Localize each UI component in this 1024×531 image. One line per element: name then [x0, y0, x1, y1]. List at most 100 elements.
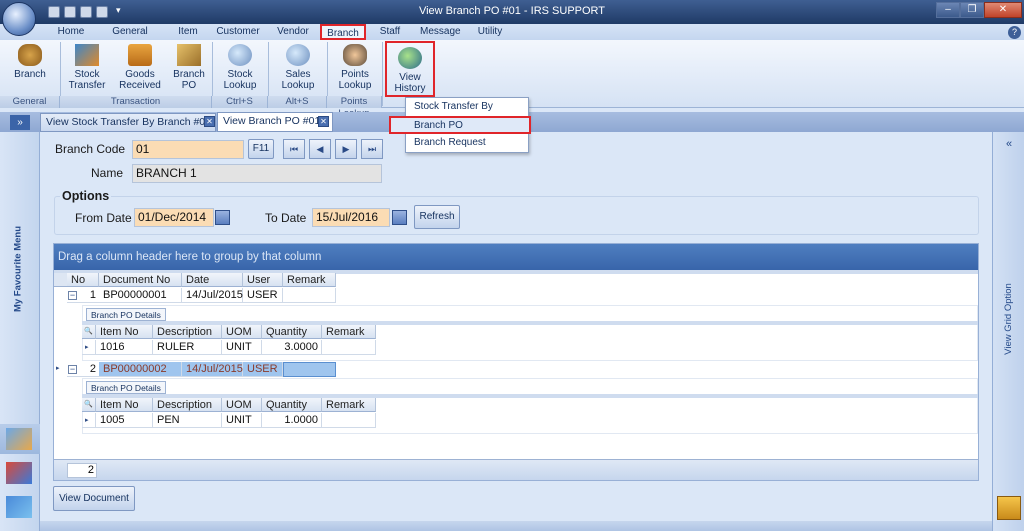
tab-general-setup[interactable]: General Setup [99, 24, 161, 53]
tab-view-branch-po[interactable]: View Branch PO #01 [217, 112, 333, 132]
close-tab-icon[interactable]: ✕ [204, 116, 215, 127]
table-row[interactable]: − 1 BP00000001 14/Jul/2015 USER [54, 288, 354, 304]
f11-button[interactable]: F11 [248, 139, 274, 159]
tab-home[interactable]: Home [56, 24, 86, 40]
detail-header-quantity[interactable]: Quantity [262, 398, 322, 412]
clock-icon [398, 47, 422, 69]
detail-header-remark[interactable]: Remark [322, 398, 376, 412]
row-pointer-icon: ▸ [82, 340, 96, 355]
table-row-selected[interactable]: ▸ − 2 BP00000002 14/Jul/2015 USER [54, 362, 354, 378]
detail-header-quantity[interactable]: Quantity [262, 325, 322, 339]
tools-quick-icon[interactable] [96, 6, 108, 18]
grid-option-panel: « View Grid Option [992, 132, 1024, 531]
next-record-icon[interactable]: ▶ [335, 139, 357, 159]
calendar-icon[interactable] [392, 210, 407, 225]
menu-bar: Home General Setup Item Customer Vendor … [0, 24, 1024, 53]
row-pointer-icon: ▸ [56, 365, 60, 372]
branch-button[interactable]: Branch [4, 40, 56, 96]
view-document-button[interactable]: View Document [53, 486, 135, 511]
group-by-panel[interactable]: Drag a column header here to group by th… [54, 244, 978, 270]
quick-access-dropdown-icon[interactable]: ▾ [116, 5, 121, 16]
sales-lookup-button[interactable]: Sales Lookup [270, 40, 326, 96]
name-label: Name [91, 166, 124, 180]
expand-panel-icon[interactable]: « [999, 138, 1019, 152]
status-bar [40, 521, 992, 531]
tab-customer[interactable]: Customer [216, 24, 260, 40]
help-icon[interactable]: ? [1008, 26, 1021, 39]
detail-header-remark[interactable]: Remark [322, 325, 376, 339]
collapse-menu-icon[interactable]: » [10, 115, 30, 130]
column-header-remark[interactable]: Remark [283, 273, 336, 287]
branch-po-button[interactable]: Branch PO [168, 40, 210, 96]
branch-po-details-tab[interactable]: Branch PO Details [86, 381, 166, 394]
app-orb-icon[interactable] [2, 2, 36, 36]
goods-received-button[interactable]: Goods Received [114, 40, 166, 96]
column-header-user[interactable]: User [243, 273, 283, 287]
language-icon[interactable] [6, 496, 32, 518]
from-date-field[interactable]: 01/Dec/2014 [134, 208, 214, 227]
lock-quick-icon[interactable] [80, 6, 92, 18]
detail-row[interactable]: ▸ 1005 PEN UNIT 1.0000 [82, 413, 378, 429]
detail-header-description[interactable]: Description [153, 325, 222, 339]
refresh-button[interactable]: Refresh [414, 205, 460, 229]
menu-item-stock-transfer-by-branch[interactable]: Stock Transfer By Branch [408, 99, 526, 128]
group-general: General [0, 96, 60, 108]
tab-staff[interactable]: Staff [378, 24, 402, 40]
detail-search-icon[interactable]: 🔍 [82, 398, 96, 412]
tab-message[interactable]: Message [420, 24, 461, 40]
print-quick-icon[interactable] [64, 6, 76, 18]
favourite-menu-label[interactable]: My Favourite Menu [13, 212, 27, 327]
detail-header-item-no[interactable]: Item No [96, 325, 153, 339]
to-date-field[interactable]: 15/Jul/2016 [312, 208, 390, 227]
stock-transfer-icon [75, 44, 99, 66]
points-lookup-button[interactable]: Points Lookup [330, 40, 380, 96]
column-header-date[interactable]: Date [182, 273, 243, 287]
close-tab-icon[interactable]: ✕ [318, 116, 329, 127]
maximize-button[interactable]: ❐ [960, 2, 984, 18]
favourites-icon[interactable] [6, 428, 32, 450]
close-button[interactable]: ✕ [984, 2, 1022, 18]
menu-item-branch-request[interactable]: Branch Request [408, 135, 526, 151]
branch-po-details-tab[interactable]: Branch PO Details [86, 308, 166, 321]
detail-search-icon[interactable]: 🔍 [82, 325, 96, 339]
favourite-menu-panel: My Favourite Menu [0, 132, 40, 531]
calendar-icon[interactable] [215, 210, 230, 225]
stock-transfer-button[interactable]: Stock Transfer [64, 40, 110, 96]
branch-po-icon [177, 44, 201, 66]
previous-record-icon[interactable]: ◀ [309, 139, 331, 159]
branch-code-field[interactable]: 01 [132, 140, 244, 159]
name-field: BRANCH 1 [132, 164, 382, 183]
box-icon [128, 44, 152, 66]
menu-item-branch-po[interactable]: Branch PO [389, 116, 531, 134]
grid-footer: 2 [54, 459, 978, 480]
group-alt-s: Alt+S [268, 96, 327, 108]
detail-row[interactable]: ▸ 1016 RULER UNIT 3.0000 [82, 340, 378, 356]
group-ctrl-s: Ctrl+S [212, 96, 268, 108]
detail-header-uom[interactable]: UOM [222, 325, 262, 339]
tab-item[interactable]: Item [175, 24, 201, 40]
tab-view-stock-transfer[interactable]: View Stock Transfer By Branch #01 [40, 113, 216, 132]
tab-vendor[interactable]: Vendor [276, 24, 310, 40]
reports-icon[interactable] [6, 462, 32, 484]
title-bar: View Branch PO #01 - IRS SUPPORT ▾ ‒ ❐ ✕ [0, 0, 1024, 24]
detail-header-item-no[interactable]: Item No [96, 398, 153, 412]
tab-branch[interactable]: Branch [320, 24, 366, 40]
from-date-label: From Date [75, 211, 132, 225]
branch-po-grid: Drag a column header here to group by th… [53, 243, 979, 481]
grid-option-icon[interactable] [997, 496, 1021, 520]
first-record-icon[interactable]: ⏮ [283, 139, 305, 159]
tab-utility[interactable]: Utility [476, 24, 504, 40]
save-quick-icon[interactable] [48, 6, 60, 18]
last-record-icon[interactable]: ⏭ [361, 139, 383, 159]
view-history-dropdown: Stock Transfer By Branch Branch PO Branc… [389, 97, 531, 153]
column-header-document-no[interactable]: Document No [99, 273, 182, 287]
to-date-label: To Date [265, 211, 307, 225]
minimize-button[interactable]: ‒ [936, 2, 960, 18]
view-grid-option-label[interactable]: View Grid Option [1003, 276, 1017, 362]
stock-lookup-button[interactable]: Stock Lookup [214, 40, 266, 96]
group-transaction: Transaction [60, 96, 212, 108]
column-header-no[interactable]: No [67, 273, 99, 287]
detail-header-description[interactable]: Description [153, 398, 222, 412]
detail-header-uom[interactable]: UOM [222, 398, 262, 412]
view-history-button[interactable]: View History ⌄ [385, 41, 435, 105]
